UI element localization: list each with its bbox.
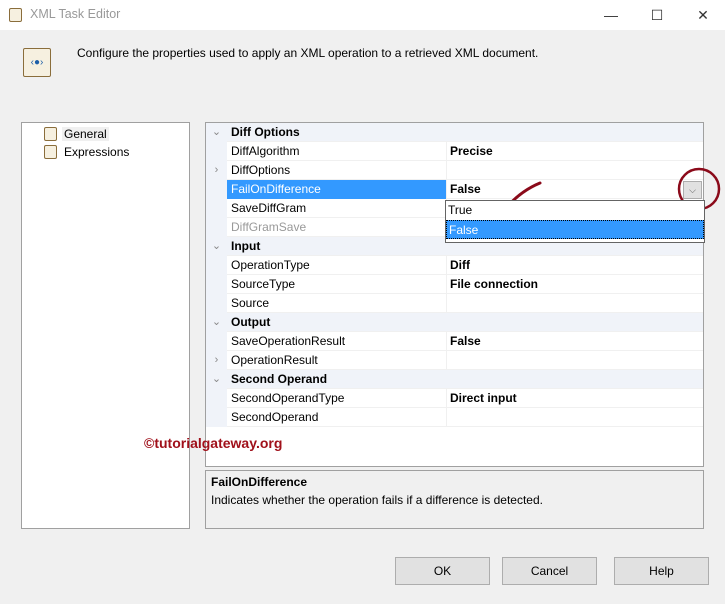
row-gutter bbox=[206, 408, 227, 427]
property-name: SaveOperationResult bbox=[227, 332, 447, 351]
property-name: DiffGramSave bbox=[227, 218, 447, 237]
nav-item-expressions[interactable]: Expressions bbox=[44, 143, 131, 161]
property-value[interactable]: False bbox=[447, 332, 703, 351]
row-gutter bbox=[206, 218, 227, 237]
property-name: DiffAlgorithm bbox=[227, 142, 447, 161]
category-row[interactable]: ⌄ Output bbox=[206, 313, 703, 332]
property-row[interactable]: SecondOperand bbox=[206, 408, 703, 427]
row-gutter bbox=[206, 180, 227, 199]
category-row[interactable]: ⌄ Second Operand bbox=[206, 370, 703, 389]
help-button[interactable]: Help bbox=[614, 557, 709, 585]
collapse-chevron-icon[interactable]: ⌄ bbox=[206, 123, 227, 142]
property-value[interactable]: False bbox=[447, 180, 703, 199]
dropdown-option-false[interactable]: False bbox=[446, 220, 704, 239]
property-name: Output bbox=[231, 315, 271, 329]
row-gutter bbox=[206, 294, 227, 313]
property-name: SourceType bbox=[227, 275, 447, 294]
row-gutter bbox=[206, 142, 227, 161]
property-row[interactable]: OperationType Diff bbox=[206, 256, 703, 275]
property-value[interactable] bbox=[447, 408, 703, 427]
row-gutter bbox=[206, 275, 227, 294]
ok-button[interactable]: OK bbox=[395, 557, 490, 585]
intro-text: Configure the properties used to apply a… bbox=[77, 46, 539, 60]
property-row[interactable]: SecondOperandType Direct input bbox=[206, 389, 703, 408]
property-value[interactable]: Direct input bbox=[447, 389, 703, 408]
collapse-chevron-icon[interactable]: ⌄ bbox=[206, 237, 227, 256]
collapse-chevron-icon[interactable]: ⌄ bbox=[206, 370, 227, 389]
property-name: DiffOptions bbox=[227, 161, 447, 180]
property-value[interactable]: Precise bbox=[447, 142, 703, 161]
dropdown-list[interactable]: True False bbox=[445, 200, 705, 243]
nav-item-general[interactable]: General bbox=[44, 125, 109, 143]
window-title: XML Task Editor bbox=[30, 7, 121, 21]
collapse-chevron-icon[interactable]: ⌄ bbox=[206, 313, 227, 332]
property-name: SecondOperandType bbox=[227, 389, 447, 408]
property-row[interactable]: FailOnDifference False bbox=[206, 180, 703, 199]
property-name: Source bbox=[227, 294, 447, 313]
nav-item-label: Expressions bbox=[64, 145, 130, 159]
property-name: Second Operand bbox=[231, 372, 328, 386]
watermark: ©tutorialgateway.org bbox=[144, 435, 283, 451]
minimize-button[interactable]: — bbox=[588, 0, 634, 30]
property-value[interactable]: Diff bbox=[447, 256, 703, 275]
xml-task-large-icon: ‹●› bbox=[23, 48, 51, 77]
nav-item-label: General bbox=[62, 127, 109, 141]
expand-chevron-icon[interactable]: › bbox=[206, 351, 227, 370]
property-value[interactable] bbox=[447, 294, 703, 313]
row-gutter bbox=[206, 389, 227, 408]
close-button[interactable]: ✕ bbox=[680, 0, 725, 30]
property-row[interactable]: DiffAlgorithm Precise bbox=[206, 142, 703, 161]
row-gutter bbox=[206, 332, 227, 351]
property-row[interactable]: SourceType File connection bbox=[206, 275, 703, 294]
property-name: SecondOperand bbox=[227, 408, 447, 427]
property-name: FailOnDifference bbox=[227, 180, 447, 199]
maximize-button[interactable]: ☐ bbox=[634, 0, 680, 30]
property-name: OperationType bbox=[227, 256, 447, 275]
description-text: Indicates whether the operation fails if… bbox=[211, 493, 543, 507]
description-title: FailOnDifference bbox=[211, 475, 308, 489]
xml-task-icon bbox=[9, 8, 22, 22]
row-gutter bbox=[206, 256, 227, 275]
property-row[interactable]: SaveOperationResult False bbox=[206, 332, 703, 351]
property-name: SaveDiffGram bbox=[227, 199, 447, 218]
nav-panel: General Expressions bbox=[21, 122, 190, 529]
property-value[interactable]: File connection bbox=[447, 275, 703, 294]
page-icon bbox=[44, 127, 57, 141]
property-grid[interactable]: ⌄ Diff Options DiffAlgorithm Precise › DiffOp… bbox=[205, 122, 704, 467]
page-icon bbox=[44, 145, 57, 159]
property-name: OperationResult bbox=[227, 351, 447, 370]
dropdown-option-true[interactable]: True bbox=[446, 201, 704, 220]
property-value[interactable] bbox=[447, 351, 703, 370]
category-row[interactable]: ⌄ Diff Options bbox=[206, 123, 703, 142]
property-row[interactable]: Source bbox=[206, 294, 703, 313]
property-value[interactable] bbox=[447, 161, 703, 180]
property-row[interactable]: › DiffOptions bbox=[206, 161, 703, 180]
property-row[interactable]: › OperationResult bbox=[206, 351, 703, 370]
row-gutter bbox=[206, 199, 227, 218]
expand-chevron-icon[interactable]: › bbox=[206, 161, 227, 180]
cancel-button[interactable]: Cancel bbox=[502, 557, 597, 585]
title-bar: XML Task Editor — ☐ ✕ bbox=[0, 0, 725, 30]
description-pane: FailOnDifference Indicates whether the o… bbox=[205, 470, 704, 529]
property-name: Diff Options bbox=[231, 125, 300, 139]
